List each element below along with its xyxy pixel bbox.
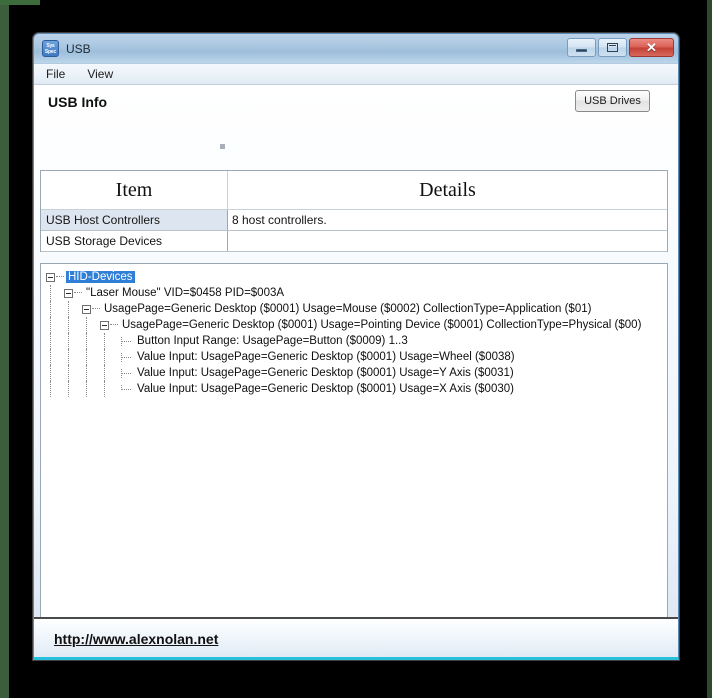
footer-bar: http://www.alexnolan.net (34, 617, 678, 657)
minimize-icon (576, 48, 587, 52)
tree-connector (50, 333, 51, 349)
tree-node-label: UsagePage=Generic Desktop ($0001) Usage=… (104, 303, 592, 315)
tree-connector (110, 324, 118, 326)
tree-connector (86, 365, 87, 381)
column-header-details[interactable]: Details (228, 171, 667, 209)
menu-bar: File View (34, 64, 678, 85)
website-link[interactable]: http://www.alexnolan.net (54, 631, 218, 647)
tree-node-label: Button Input Range: UsagePage=Button ($0… (137, 335, 408, 347)
tree-connector (50, 317, 51, 333)
info-header-band: USB Info USB Drives (34, 85, 678, 118)
desktop-edge-right (707, 0, 712, 698)
tree-connector (50, 381, 51, 397)
tree-leaf-connector (118, 384, 133, 394)
close-button[interactable]: ✕ (629, 38, 674, 57)
cell-details: 8 host controllers. (228, 210, 667, 230)
desktop-edge-left (0, 0, 9, 698)
maximize-icon (607, 43, 618, 52)
tree-connector (104, 365, 105, 381)
tree-node-label: Value Input: UsagePage=Generic Desktop (… (137, 383, 514, 395)
tree-node-label: Value Input: UsagePage=Generic Desktop (… (137, 367, 514, 379)
tree-connector (50, 301, 51, 317)
table-row[interactable]: USB Host Controllers 8 host controllers. (41, 210, 667, 231)
tree-connector (104, 333, 105, 349)
tree-node[interactable]: Value Input: UsagePage=Generic Desktop (… (46, 349, 667, 365)
tree-connector (104, 349, 105, 365)
client-area: USB Info USB Drives Item Details USB Hos… (34, 85, 678, 657)
minimize-button[interactable] (567, 38, 596, 57)
window-title: USB (66, 41, 91, 56)
tree-connector (68, 317, 69, 333)
usb-window: Sys Spec USB ✕ File View USB Info USB Dr… (33, 33, 679, 660)
hid-device-tree[interactable]: HID-Devices "Laser Mouse" VID=$0458 PID=$… (40, 263, 668, 651)
maximize-button[interactable] (598, 38, 627, 57)
tree-connector (50, 365, 51, 381)
tree-connector (68, 365, 69, 381)
tree-connector (92, 308, 100, 310)
tree-connector (86, 381, 87, 397)
sys-spec-icon: Sys Spec (42, 40, 59, 57)
window-controls: ✕ (567, 38, 674, 57)
screenshot-root: Sys Spec USB ✕ File View USB Info USB Dr… (0, 0, 712, 698)
cell-item: USB Storage Devices (41, 231, 228, 251)
usb-info-table: Item Details USB Host Controllers 8 host… (40, 170, 668, 252)
column-resize-grip[interactable] (220, 144, 225, 149)
tree-connector (56, 276, 64, 278)
tree-connector (74, 292, 82, 294)
tree-leaf-connector (118, 352, 133, 362)
tree-node-label: Value Input: UsagePage=Generic Desktop (… (137, 351, 515, 363)
cell-details (228, 231, 667, 251)
tree-node[interactable]: "Laser Mouse" VID=$0458 PID=$003A (46, 285, 667, 301)
column-header-item[interactable]: Item (41, 171, 228, 209)
tree-connector (50, 285, 51, 301)
tree-collapse-icon[interactable] (46, 272, 55, 282)
tree-connector (68, 301, 69, 317)
tree-node[interactable]: Value Input: UsagePage=Generic Desktop (… (46, 381, 667, 397)
tree-connector (86, 333, 87, 349)
usb-drives-button[interactable]: USB Drives (575, 90, 650, 112)
tree-node-label: UsagePage=Generic Desktop ($0001) Usage=… (122, 319, 642, 331)
tree-collapse-icon[interactable] (82, 304, 91, 314)
tree-leaf-connector (118, 368, 133, 378)
menu-item-file[interactable]: File (44, 66, 75, 83)
tree-connector (104, 381, 105, 397)
app-icon-line2: Spec (44, 48, 57, 55)
close-icon: ✕ (646, 40, 657, 55)
tree-connector (86, 317, 87, 333)
tree-node-label: "Laser Mouse" VID=$0458 PID=$003A (86, 287, 285, 299)
tree-node[interactable]: UsagePage=Generic Desktop ($0001) Usage=… (46, 317, 667, 333)
tree-collapse-icon[interactable] (100, 320, 109, 330)
table-row[interactable]: USB Storage Devices (41, 231, 667, 252)
tree-connector (50, 349, 51, 365)
tree-node[interactable]: HID-Devices (46, 269, 667, 285)
tree-node[interactable]: UsagePage=Generic Desktop ($0001) Usage=… (46, 301, 667, 317)
tree-node-list: HID-Devices "Laser Mouse" VID=$0458 PID=$… (46, 269, 667, 397)
tree-node[interactable]: Value Input: UsagePage=Generic Desktop (… (46, 365, 667, 381)
menu-item-view[interactable]: View (85, 66, 123, 83)
tree-connector (68, 333, 69, 349)
tree-node[interactable]: Button Input Range: UsagePage=Button ($0… (46, 333, 667, 349)
page-title: USB Info (48, 93, 108, 110)
cell-item: USB Host Controllers (41, 210, 228, 230)
tree-collapse-icon[interactable] (64, 288, 73, 298)
tree-connector (68, 381, 69, 397)
desktop-edge-top (0, 0, 40, 5)
tree-connector (68, 349, 69, 365)
tree-connector (86, 349, 87, 365)
tree-leaf-connector (118, 336, 133, 346)
title-bar[interactable]: Sys Spec USB ✕ (34, 34, 678, 64)
table-header-row: Item Details (41, 171, 667, 210)
tree-node-label: HID-Devices (66, 271, 135, 283)
